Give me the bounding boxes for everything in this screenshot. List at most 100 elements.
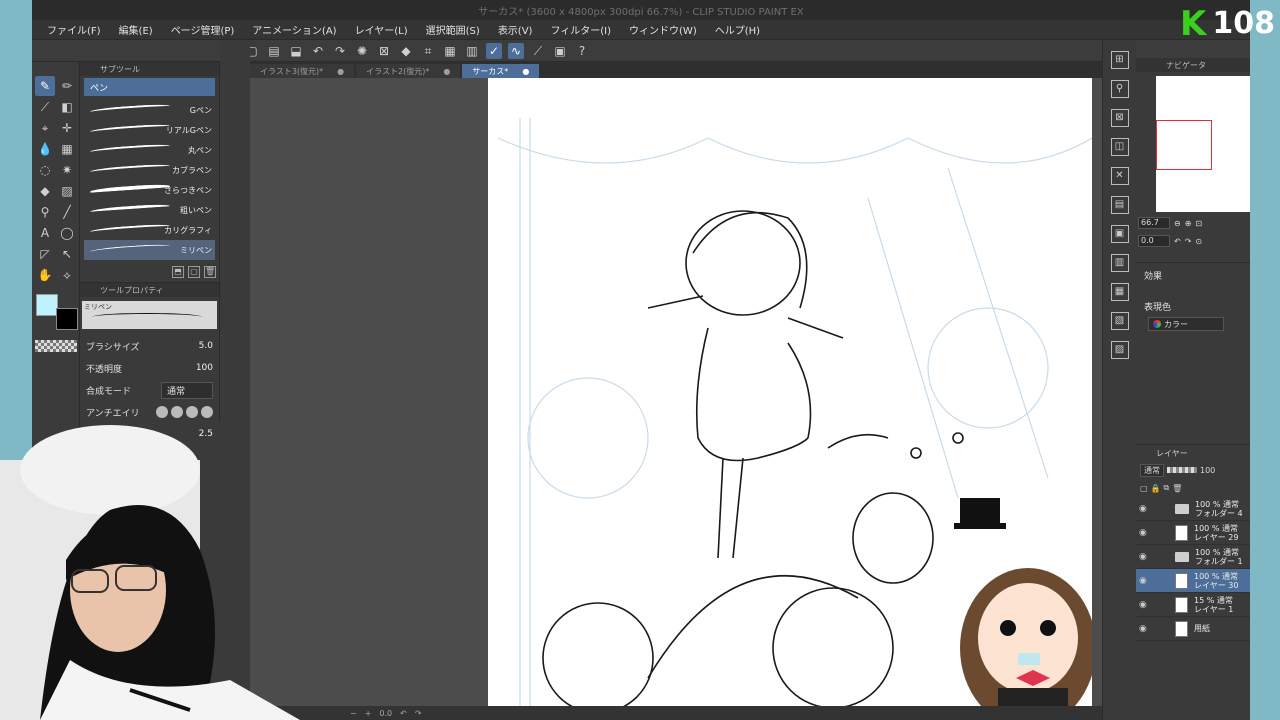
rotate-right-icon[interactable]: ↷: [415, 709, 422, 718]
hand-icon[interactable]: ✋: [35, 265, 55, 285]
stabilize-icon[interactable]: ✓: [486, 42, 502, 59]
mesh-icon[interactable]: ▦: [57, 139, 77, 159]
menu-view[interactable]: 表示(V): [489, 22, 542, 37]
zoom-out-icon[interactable]: ⊖: [1174, 219, 1181, 228]
brush-item[interactable]: Gペン: [84, 100, 215, 120]
help-icon[interactable]: ?: [574, 43, 590, 59]
navigator-rotate[interactable]: 0.0: [1138, 235, 1170, 247]
brush-icon[interactable]: ⟋: [35, 97, 55, 117]
navigator-panel-icon[interactable]: ⊞: [1110, 51, 1129, 69]
magic-wand-icon[interactable]: ✷: [57, 160, 77, 180]
menu-edit[interactable]: 編集(E): [110, 22, 162, 37]
snap-icon[interactable]: ⟋: [530, 43, 546, 59]
brush-size-row[interactable]: ブラシサイズ 5.0: [80, 335, 219, 357]
eye-icon[interactable]: ◉: [1139, 624, 1151, 634]
save-icon[interactable]: ⬓: [288, 43, 304, 59]
undo-icon[interactable]: ↶: [310, 43, 326, 59]
layer-row[interactable]: ◉ 15 % 通常 レイヤー 1: [1136, 593, 1250, 617]
balloon-icon[interactable]: ◯: [57, 223, 77, 243]
brush-item[interactable]: カブラペン: [84, 160, 215, 180]
fit-icon[interactable]: ⊡: [1195, 219, 1202, 228]
lock-icon[interactable]: 🔒: [1151, 484, 1161, 493]
rotate-right-icon[interactable]: ↷: [1185, 237, 1192, 246]
transform-icon[interactable]: ⊠: [376, 43, 392, 59]
info-icon[interactable]: ▣: [1110, 225, 1129, 243]
copy-subtool-icon[interactable]: ⬒: [172, 266, 184, 278]
layer-opacity-value[interactable]: 100: [1200, 466, 1215, 475]
navigator-thumbnail[interactable]: [1156, 76, 1250, 212]
history-icon[interactable]: ▤: [1110, 196, 1129, 214]
close-icon[interactable]: ●: [337, 67, 344, 76]
close-icon[interactable]: ●: [522, 67, 529, 76]
status-zoom[interactable]: 0.0: [379, 709, 392, 718]
reset-rotation-icon[interactable]: ⊙: [1195, 237, 1202, 246]
blend-row[interactable]: 合成モード 通常: [80, 379, 219, 401]
canvas-paper[interactable]: [488, 78, 1092, 708]
brush-item-selected[interactable]: ミリペン: [84, 240, 215, 260]
fill-icon[interactable]: ◆: [35, 181, 55, 201]
delete-subtool-icon[interactable]: 🗑: [204, 266, 216, 278]
subtool-group-tab[interactable]: ペン: [84, 78, 215, 96]
close-panel-icon[interactable]: ✕: [1110, 167, 1129, 185]
menu-file[interactable]: ファイル(F): [38, 22, 110, 37]
clip-icon[interactable]: ⧉: [1164, 483, 1170, 493]
eyedropper-icon[interactable]: ⟡: [57, 265, 77, 285]
eye-icon[interactable]: ◉: [1139, 600, 1151, 610]
redo-icon[interactable]: ↷: [332, 43, 348, 59]
quick-access-icon[interactable]: ▧: [1110, 312, 1129, 330]
crop-icon[interactable]: ⌗: [420, 43, 436, 59]
rotate-left-icon[interactable]: ↶: [1174, 237, 1181, 246]
lasso-icon[interactable]: ◌: [35, 160, 55, 180]
zoom-tool-icon[interactable]: ⚲: [35, 202, 55, 222]
menu-selection[interactable]: 選択範囲(S): [417, 22, 489, 37]
layer-row[interactable]: ◉ 100 % 通常 レイヤー 29: [1136, 521, 1250, 545]
clear-icon[interactable]: ✺: [354, 43, 370, 59]
layer-row[interactable]: ◉ 100 % 通常 フォルダー 4: [1136, 497, 1250, 521]
canvas-area[interactable]: [250, 78, 1102, 708]
eraser-icon[interactable]: ◧: [57, 97, 77, 117]
grid-icon[interactable]: ▦: [442, 43, 458, 59]
rotate-left-icon[interactable]: ↶: [400, 709, 407, 718]
tab-circus[interactable]: サーカス* ●: [462, 64, 540, 78]
operation-icon[interactable]: ↖: [57, 244, 77, 264]
menu-help[interactable]: ヘルプ(H): [706, 22, 769, 37]
tab-illust2[interactable]: イラスト2(復元)* ●: [356, 64, 461, 78]
main-color[interactable]: [36, 294, 58, 316]
zoom-in-icon[interactable]: +: [365, 709, 372, 718]
fill-selection-icon[interactable]: ◆: [398, 43, 414, 59]
transparent-color[interactable]: [35, 340, 77, 352]
frame-icon[interactable]: ◸: [35, 244, 55, 264]
delete-layer-icon[interactable]: 🗑: [1172, 484, 1182, 493]
opacity-row[interactable]: 不透明度 100: [80, 357, 219, 379]
eye-icon[interactable]: ◉: [1139, 576, 1151, 586]
new-layer-icon[interactable]: ▢: [1140, 484, 1148, 493]
menu-filter[interactable]: フィルター(I): [541, 22, 620, 37]
sub-color[interactable]: [56, 308, 78, 330]
text-icon[interactable]: A: [35, 223, 55, 243]
brush-item[interactable]: 粗いペン: [84, 200, 215, 220]
layer-property-icon[interactable]: ◫: [1110, 138, 1129, 156]
layer-opacity-slider[interactable]: [1167, 467, 1197, 473]
opacity-value[interactable]: 100: [196, 363, 213, 373]
gradient-icon[interactable]: ▨: [57, 181, 77, 201]
blend-dropdown[interactable]: 通常: [161, 381, 213, 399]
navigator-view-frame[interactable]: [1156, 120, 1212, 170]
eye-icon[interactable]: ◉: [1139, 528, 1151, 538]
device-icon[interactable]: ▣: [552, 43, 568, 59]
zoom-out-icon[interactable]: −: [350, 709, 357, 718]
brush-item[interactable]: リアルGペン: [84, 120, 215, 140]
pen-icon[interactable]: ✎: [35, 76, 55, 96]
tab-illust3[interactable]: イラスト3(復元)* ●: [250, 64, 355, 78]
ruler-icon[interactable]: ▥: [464, 43, 480, 59]
menu-layer[interactable]: レイヤー(L): [346, 22, 417, 37]
menu-window[interactable]: ウィンドウ(W): [620, 22, 706, 37]
close-icon[interactable]: ●: [443, 67, 450, 76]
eye-icon[interactable]: ◉: [1139, 552, 1151, 562]
search-icon[interactable]: ⚲: [1110, 80, 1129, 98]
brush-item[interactable]: カリグラフィ: [84, 220, 215, 240]
brush-item[interactable]: 丸ペン: [84, 140, 215, 160]
select-icon[interactable]: ⌖: [35, 118, 55, 138]
new-subtool-icon[interactable]: ▢: [188, 266, 200, 278]
layer-row[interactable]: ◉ 100 % 通常 フォルダー 1: [1136, 545, 1250, 569]
line-icon[interactable]: ╱: [57, 202, 77, 222]
